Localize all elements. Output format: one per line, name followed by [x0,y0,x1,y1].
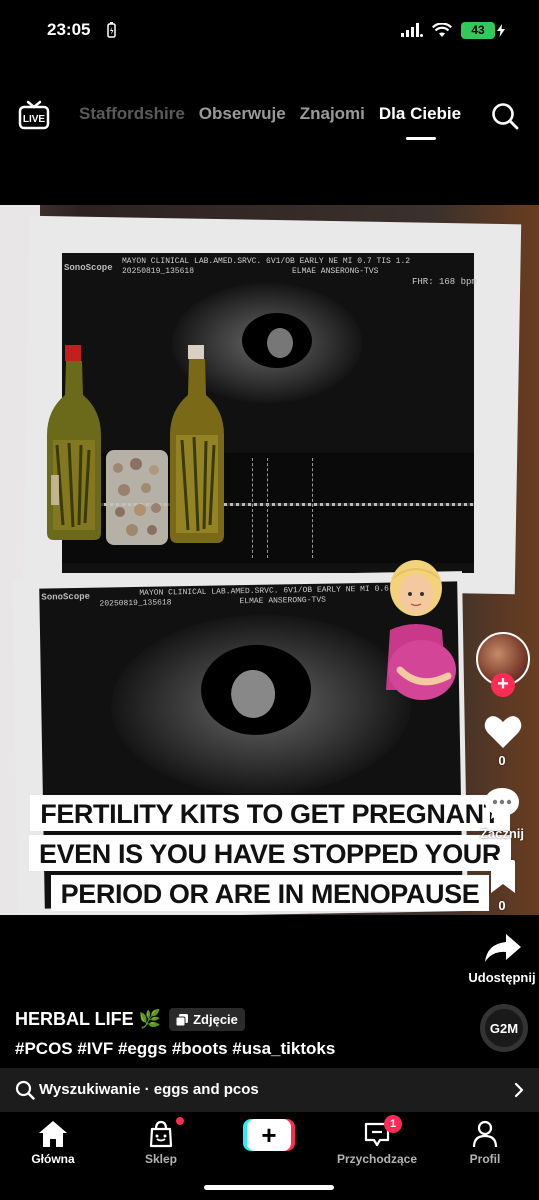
svg-text:LIVE: LIVE [23,114,46,125]
tab-shop-label: Sklep [144,1152,177,1166]
tab-shop[interactable]: Sklep [111,1120,211,1166]
wifi-icon [432,22,452,37]
inbox-badge: 1 [384,1115,402,1133]
tab-home-label: Główna [31,1152,75,1166]
caption-overlay: FERTILITY KITS TO GET PREGNANT EVEN IS Y… [8,795,532,915]
follow-button[interactable]: + [491,673,515,697]
tab-home[interactable]: Główna [3,1120,103,1166]
create-button[interactable]: + [243,1119,295,1151]
music-disc[interactable]: G2M [480,1004,528,1052]
comment-icon[interactable] [484,786,520,820]
scan2-patient: ELMAE ANSERONG-TVS [239,595,326,607]
tab-for-you[interactable]: Dla Ciebie [379,104,461,140]
tab-staffordshire[interactable]: Staffordshire [79,104,185,124]
post-hashtags[interactable]: #PCOS #IVF #eggs #boots #usa_tiktoks [15,1039,335,1059]
tab-profile-label: Profil [469,1152,501,1166]
profile-icon [472,1120,498,1148]
scan-patient: ELMAE ANSERONG-TVS [292,267,379,276]
battery-level: 43 [471,22,485,37]
heart-icon[interactable] [484,714,522,750]
bookmark-icon[interactable] [489,860,517,894]
pregnant-woman-emoji [386,560,456,700]
music-disc-label: G2M [489,1020,519,1036]
save-count: 0 [498,898,506,913]
search-icon [15,1080,35,1100]
share-icon[interactable] [484,932,522,964]
home-icon [39,1121,67,1147]
post-media[interactable]: SonoScope MAYON CLINICAL LAB.AMED.SRVC. … [0,205,539,915]
caption-line-1: FERTILITY KITS TO GET PREGNANT [30,795,510,831]
caption-line-3: PERIOD OR ARE IN MENOPAUSE [50,875,490,911]
bolt-icon [497,23,505,37]
signal-icon [401,23,423,37]
post-type-label: Zdjęcie [193,1012,238,1027]
herbal-bottle-right [170,345,224,543]
battery-indicator: 43 [461,21,505,39]
scan-id: 20250819_135618 [122,267,195,276]
caption-line-2: EVEN IS YOU HAVE STOPPED YOUR [28,835,512,871]
live-icon[interactable]: LIVE [18,100,50,130]
related-search-bar[interactable]: Wyszukiwanie · eggs and pcos [0,1068,539,1112]
home-indicator[interactable] [204,1185,334,1190]
scan2-brand: SonoScope [41,591,91,603]
tab-inbox[interactable]: Przychodzące [327,1120,427,1166]
tab-following[interactable]: Obserwuje [199,104,286,124]
status-icons: 43 [401,20,505,40]
embryo [267,328,293,358]
status-bar: 23:05 43 [0,0,539,60]
chevron-right-icon [514,1082,524,1098]
charging-icon [107,22,116,38]
herbal-jar [106,450,168,545]
author-name[interactable]: HERBAL LIFE 🌿 [15,1009,161,1030]
status-time: 23:05 [47,20,91,39]
feed-tabs: Staffordshire Obserwuje Znajomi Dla Cieb… [79,104,461,140]
shop-notification-dot [176,1117,184,1125]
shop-bag-icon [149,1120,173,1148]
photo-icon [176,1013,189,1026]
search-icon[interactable] [491,102,519,130]
top-nav: LIVE Staffordshire Obserwuje Znajomi Dla… [0,96,539,144]
related-search-label: Wyszukiwanie · eggs and pcos [39,1081,259,1098]
herbal-bottle-left [47,345,101,540]
tab-friends[interactable]: Znajomi [300,104,365,124]
scan-header: MAYON CLINICAL LAB.AMED.SRVC. 6V1/OB EAR… [122,257,411,266]
scan-brand: SonoScope [64,263,113,273]
tab-profile[interactable]: Profil [435,1120,535,1166]
post-type-badge: Zdjęcie [169,1008,245,1031]
like-count: 0 [498,753,506,768]
post-author-row: HERBAL LIFE 🌿 Zdjęcie [15,1008,245,1031]
plus-icon: + [247,1119,291,1151]
share-label: Udostępnij [468,970,536,985]
comment-label: Zacznij [479,826,525,841]
scan-fhr: FHR: 168 bpm [412,277,477,287]
scan2-id: 20250819_135618 [99,598,172,609]
tab-inbox-label: Przychodzące [336,1152,418,1166]
